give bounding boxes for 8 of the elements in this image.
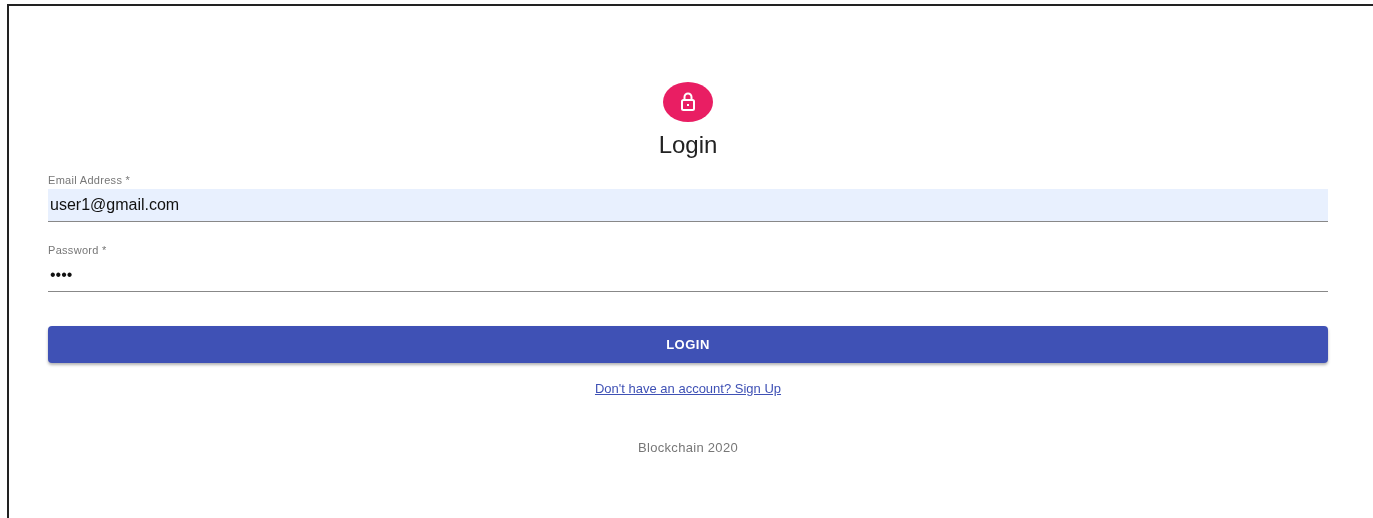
- input-field[interactable]: user1@gmail.com: [48, 189, 1328, 222]
- login-button[interactable]: LOGIN: [48, 326, 1328, 363]
- lock-icon: [663, 82, 713, 122]
- page-title: Login: [658, 130, 718, 160]
- sign-up-link[interactable]: Don't have an account? Sign Up: [594, 381, 782, 396]
- field-label: Email Address *: [48, 174, 132, 186]
- footer-text: Blockchain 2020: [638, 440, 738, 455]
- field-label: Password *: [48, 244, 108, 256]
